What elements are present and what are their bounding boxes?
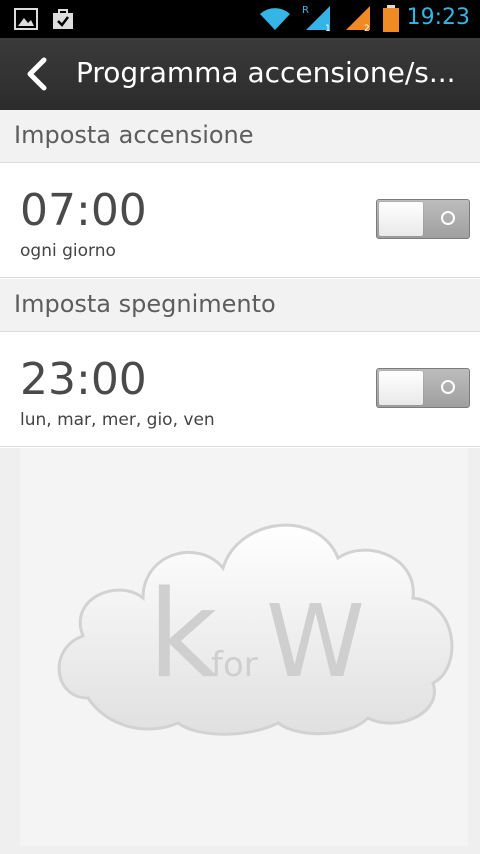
signal-sim2-icon: 2 [346, 6, 370, 32]
action-bar: Programma accensione/s... [0, 38, 480, 110]
chevron-left-icon [27, 57, 47, 91]
toggle-thumb [379, 371, 423, 405]
kforw-cloud-logo: k for W [57, 523, 454, 736]
toggle-thumb [379, 202, 423, 236]
logo-k: k [148, 566, 218, 705]
watermark-panel: k for W [20, 448, 468, 846]
gallery-icon [14, 8, 38, 30]
power-off-toggle[interactable] [376, 368, 470, 408]
background-area: k for W [0, 448, 480, 854]
back-button[interactable] [18, 52, 58, 96]
clock: 19:23 [406, 5, 470, 30]
signal-sim1-icon: R 1 [302, 5, 331, 32]
wifi-icon [260, 8, 290, 30]
off-indicator-icon [441, 380, 455, 394]
logo-w: W [266, 583, 365, 700]
section-header-power-on: Imposta accensione [0, 110, 480, 163]
off-indicator-icon [441, 211, 455, 225]
power-on-time: 07:00 [20, 185, 147, 236]
page-title: Programma accensione/s... [76, 56, 456, 89]
status-bar: R 1 2 19:23 [0, 0, 480, 38]
section-header-power-off: Imposta spegnimento [0, 279, 480, 332]
power-on-row[interactable]: 07:00 ogni giorno [0, 163, 480, 278]
battery-icon [383, 5, 399, 32]
svg-text:2: 2 [364, 24, 370, 32]
logo-for: for [211, 645, 258, 685]
bag-check-icon [53, 9, 73, 29]
svg-text:1: 1 [325, 24, 331, 32]
section-header-label: Imposta spegnimento [14, 290, 276, 318]
power-on-days: ogni giorno [20, 241, 116, 261]
power-off-row[interactable]: 23:00 lun, mar, mer, gio, ven [0, 332, 480, 447]
svg-text:R: R [302, 5, 309, 16]
power-off-time: 23:00 [20, 354, 147, 405]
section-header-label: Imposta accensione [14, 121, 254, 149]
power-on-toggle[interactable] [376, 199, 470, 239]
power-off-days: lun, mar, mer, gio, ven [20, 410, 215, 430]
